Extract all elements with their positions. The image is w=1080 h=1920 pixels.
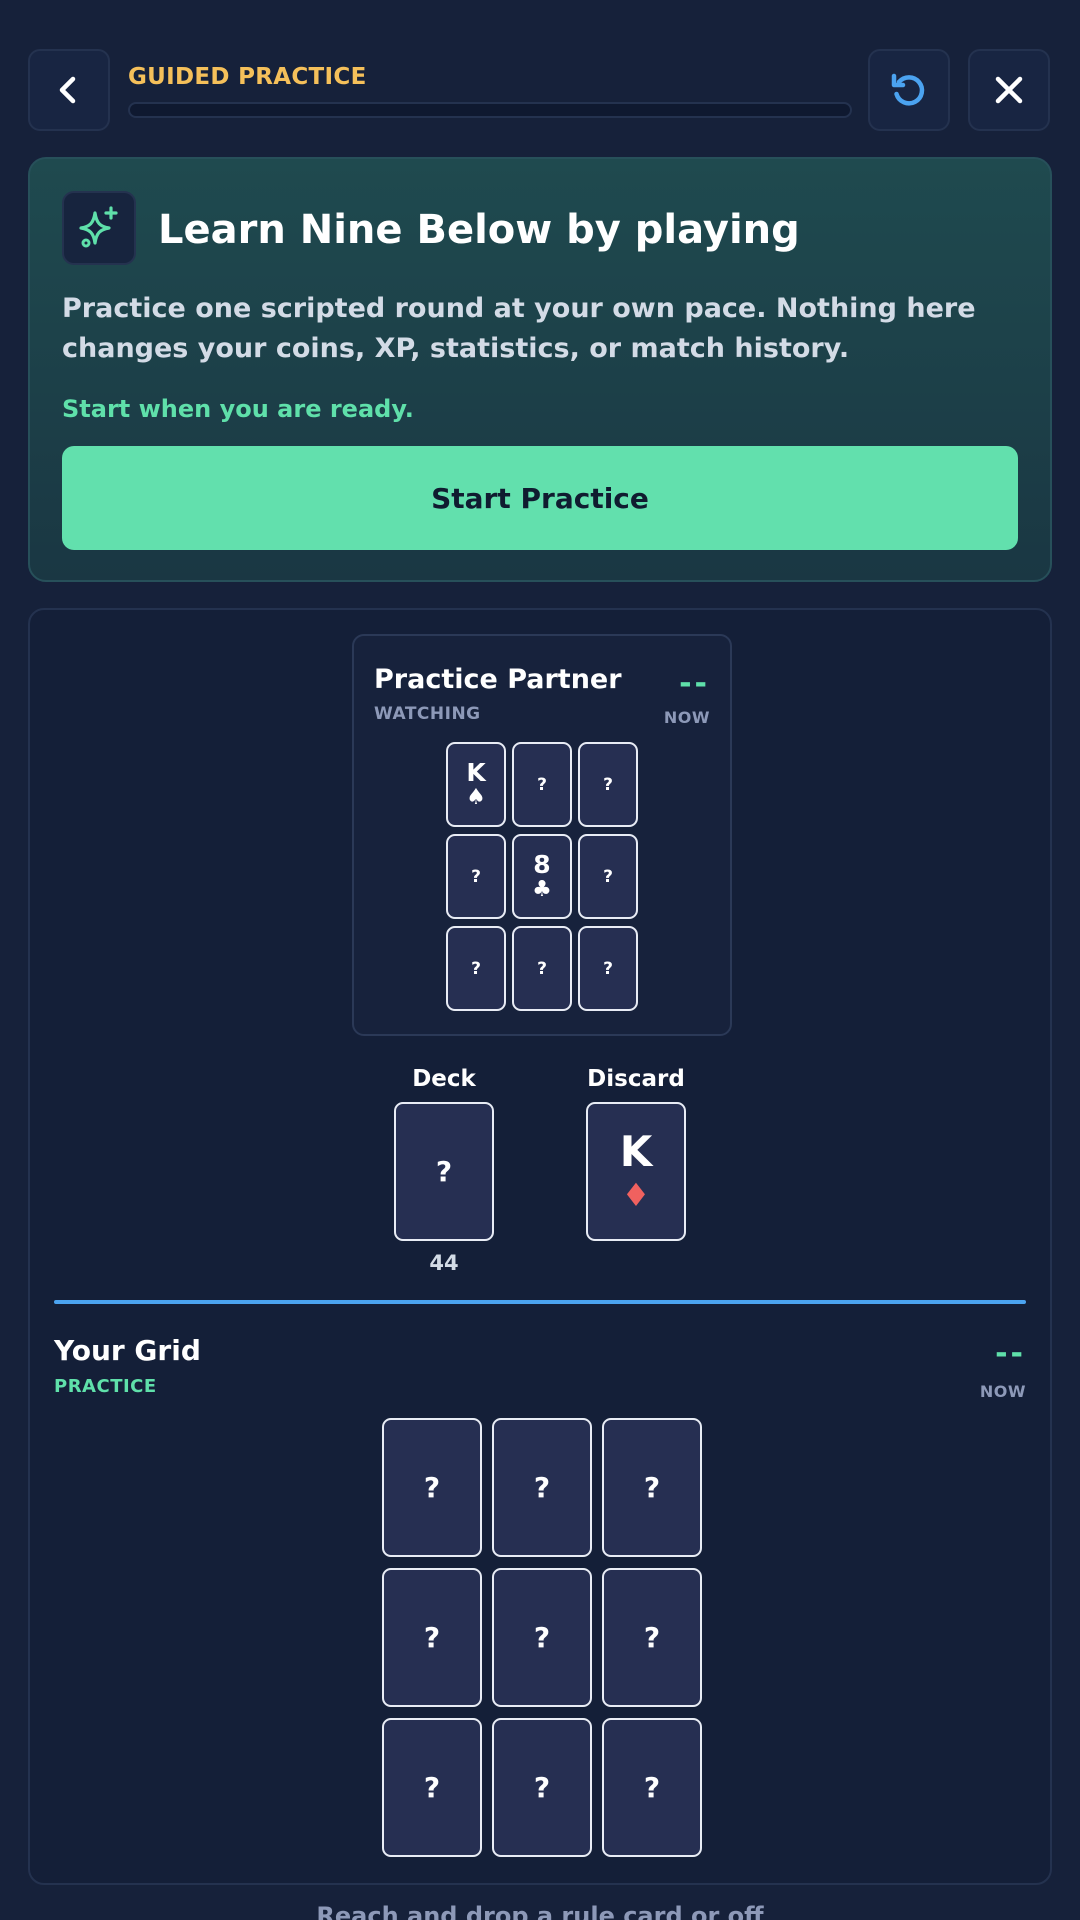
partner-status: WATCHING	[374, 704, 481, 724]
card-back-mark: ?	[643, 1771, 661, 1804]
close-icon	[995, 76, 1023, 104]
intro-title: Learn Nine Below by playing	[158, 207, 800, 253]
start-practice-button[interactable]: Start Practice	[62, 446, 1018, 550]
discard-card-rank: K	[619, 1126, 653, 1176]
player-card[interactable]: ?	[492, 1718, 592, 1857]
player-time: NOW	[979, 1382, 1026, 1401]
intro-description: Practice one scripted round at your own …	[62, 293, 976, 364]
game-board: Practice Partner WATCHING -- NOW K ♠??? 8 ♣…	[28, 608, 1052, 1885]
restart-button[interactable]	[868, 49, 950, 131]
card-rank: 8	[533, 849, 551, 879]
deck-count: 44	[429, 1251, 459, 1275]
partner-card: ?	[578, 742, 638, 827]
card-back-mark: ?	[603, 866, 613, 887]
discard-pile[interactable]: K ♦	[586, 1102, 686, 1241]
discard-label: Discard	[587, 1066, 685, 1092]
card-back-mark: ?	[533, 1771, 551, 1804]
sparkle-badge	[62, 191, 136, 265]
deck-pile[interactable]: ?	[394, 1102, 494, 1241]
card-back-mark: ?	[537, 774, 547, 795]
restart-icon	[891, 73, 925, 106]
player-score: --	[995, 1336, 1026, 1371]
ready-prompt: Start when you are ready.	[62, 395, 414, 423]
card-back-mark: ?	[533, 1621, 551, 1654]
card-back-mark: ?	[533, 1471, 551, 1504]
close-button[interactable]	[968, 49, 1050, 131]
card-suit-icon: ♣	[532, 876, 552, 902]
player-status: PRACTICE	[54, 1376, 157, 1397]
deck-card-back: ?	[435, 1155, 453, 1188]
player-card[interactable]: ?	[382, 1718, 482, 1857]
back-button[interactable]	[28, 49, 110, 131]
card-rank: K	[466, 757, 486, 787]
partner-time: NOW	[663, 708, 710, 727]
card-back-mark: ?	[643, 1621, 661, 1654]
partner-panel: Practice Partner WATCHING -- NOW K ♠??? 8 ♣…	[352, 634, 732, 1036]
lesson-progress-bar	[128, 102, 852, 118]
player-card[interactable]: ?	[602, 1568, 702, 1707]
partner-card: K ♠	[446, 742, 506, 827]
player-card[interactable]: ?	[492, 1568, 592, 1707]
partner-card: ?	[446, 926, 506, 1011]
player-grid-title: Your Grid	[54, 1334, 201, 1367]
card-back-mark: ?	[603, 774, 613, 795]
card-back-mark: ?	[423, 1771, 441, 1804]
card-back-mark: ?	[471, 866, 481, 887]
card-back-mark: ?	[423, 1621, 441, 1654]
sparkle-icon	[79, 206, 118, 248]
player-card[interactable]: ?	[602, 1418, 702, 1557]
card-back-mark: ?	[471, 958, 481, 979]
card-back-mark: ?	[423, 1471, 441, 1504]
card-back-mark: ?	[603, 958, 613, 979]
footer-hint: Reach and drop a rule card or off	[316, 1902, 764, 1920]
partner-card: ?	[512, 742, 572, 827]
card-back-mark: ?	[537, 958, 547, 979]
diamond-suit-icon: ♦	[621, 1175, 651, 1214]
player-card[interactable]: ?	[382, 1418, 482, 1557]
player-card[interactable]: ?	[492, 1418, 592, 1557]
partner-card: ?	[446, 834, 506, 919]
player-card[interactable]: ?	[382, 1568, 482, 1707]
card-suit-icon: ♠	[466, 784, 486, 810]
partner-name: Practice Partner	[374, 664, 622, 695]
chevron-left-icon	[59, 76, 76, 104]
player-card[interactable]: ?	[602, 1718, 702, 1857]
board-divider	[54, 1300, 1026, 1304]
partner-score: --	[679, 666, 710, 701]
partner-card: ?	[578, 834, 638, 919]
partner-card: 8 ♣	[512, 834, 572, 919]
card-back-mark: ?	[643, 1471, 661, 1504]
intro-card: Learn Nine Below by playing Practice one…	[28, 157, 1052, 582]
deck-label: Deck	[412, 1066, 476, 1092]
page-title: GUIDED PRACTICE	[128, 64, 367, 90]
partner-card: ?	[512, 926, 572, 1011]
partner-card: ?	[578, 926, 638, 1011]
